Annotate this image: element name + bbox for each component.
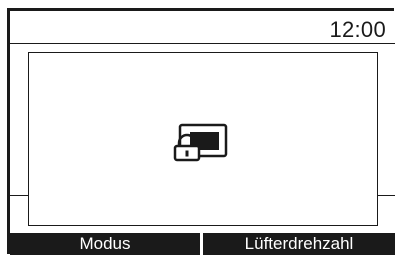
status-bar-divider <box>10 43 395 44</box>
mode-softkey[interactable]: Modus <box>10 233 200 255</box>
clock-time: 12:00 <box>329 17 386 42</box>
softkey-bar: Modus Lüfterdrehzahl <box>10 233 395 255</box>
screen-lock-icon <box>173 123 228 162</box>
left-divider <box>10 195 28 196</box>
right-divider <box>378 195 395 196</box>
fan-speed-softkey[interactable]: Lüfterdrehzahl <box>203 233 395 255</box>
